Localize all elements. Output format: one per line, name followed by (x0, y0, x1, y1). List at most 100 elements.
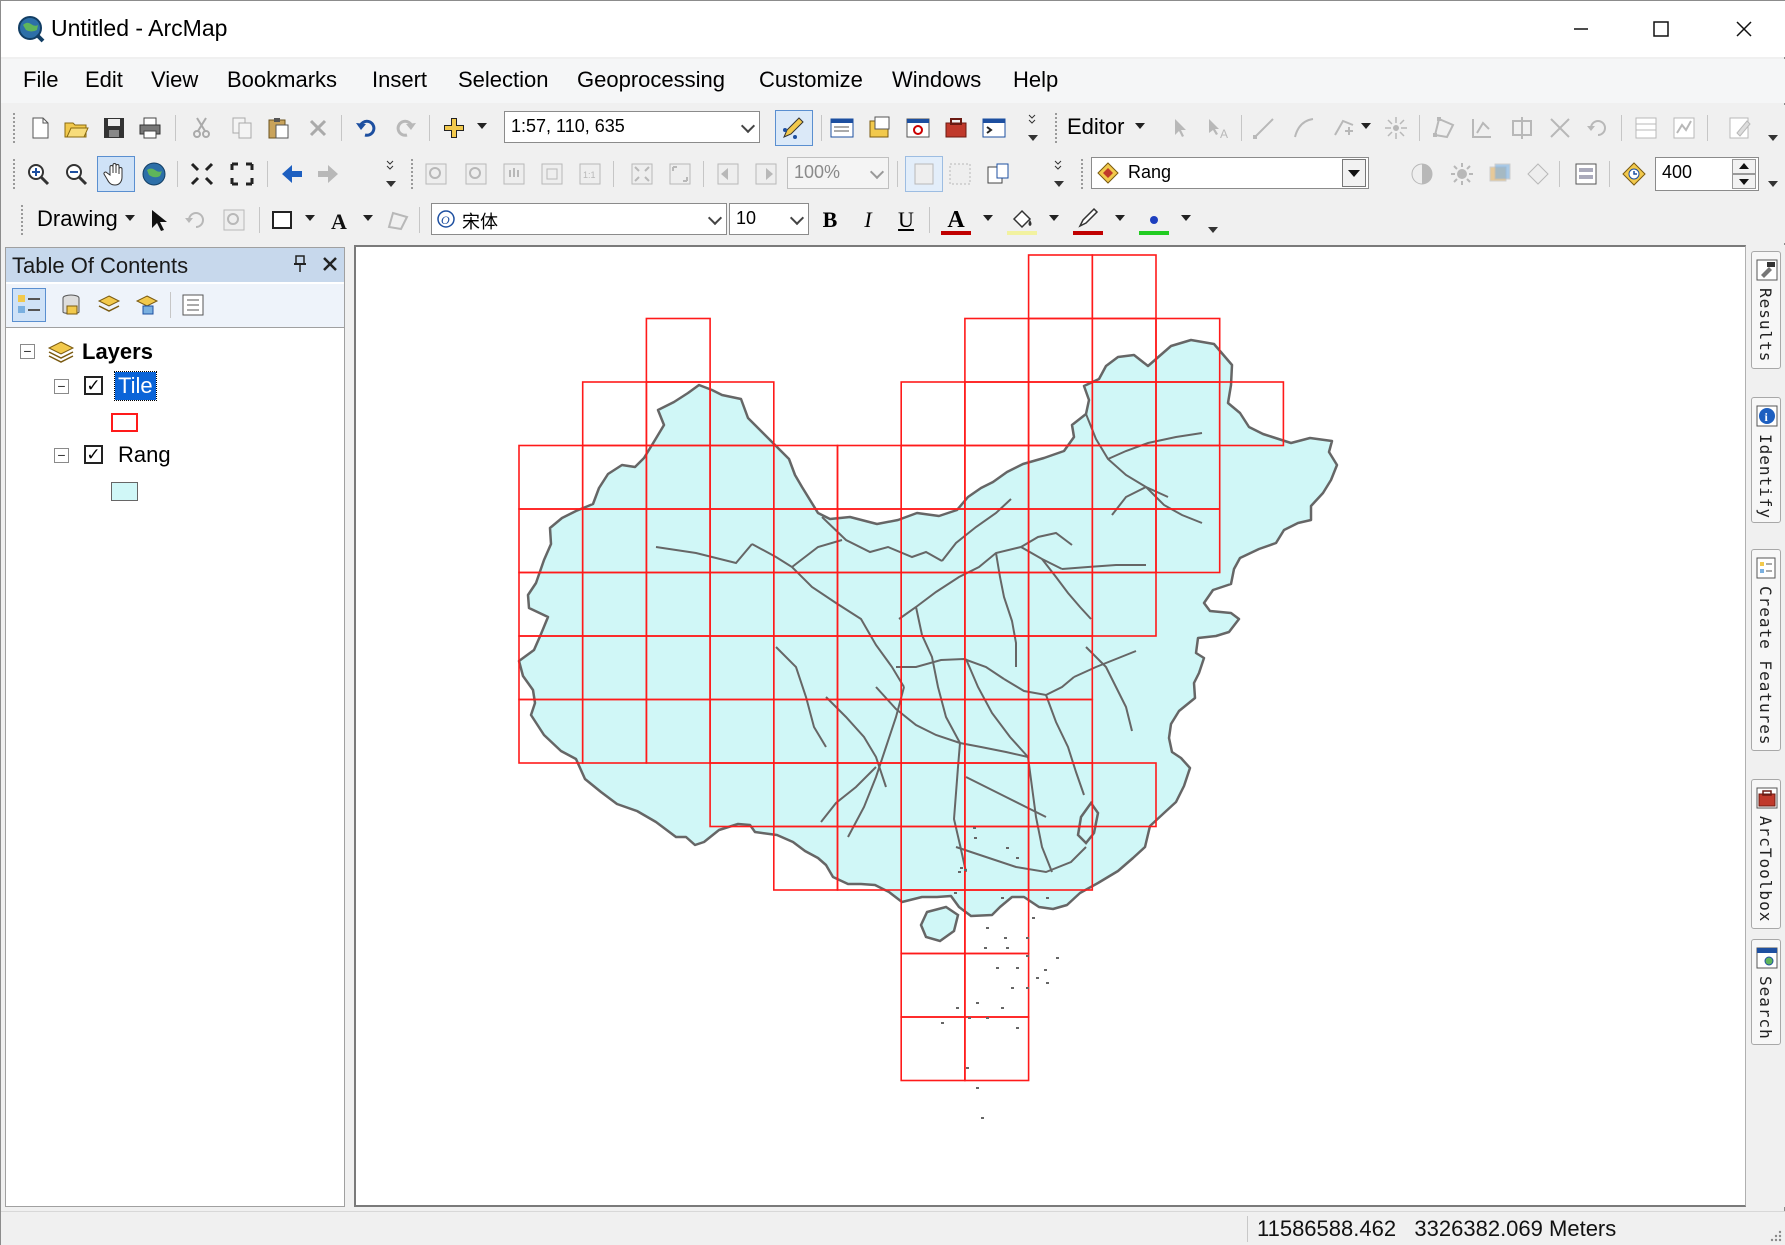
cut-button[interactable] (187, 113, 217, 143)
results-dock-tab[interactable]: Results (1751, 251, 1781, 369)
effects-layer-combo[interactable]: Rang (1091, 157, 1369, 189)
rotate-element-button[interactable] (181, 205, 211, 235)
tile-cell[interactable] (900, 952, 966, 1018)
toolbar-overflow-chevron-icon[interactable] (1767, 111, 1779, 145)
edit-annotation-tool-button[interactable]: A (1203, 113, 1233, 143)
tile-cell[interactable] (964, 952, 1030, 1018)
tile-cell[interactable] (900, 444, 966, 510)
edit-tool-button[interactable] (1165, 113, 1195, 143)
menu-geoprocessing[interactable]: Geoprocessing (577, 67, 725, 93)
text-tool-dropdown-arrow[interactable] (363, 215, 373, 221)
tile-cell[interactable] (964, 1016, 1030, 1082)
layout-zoom-combo[interactable]: 100% (787, 157, 889, 189)
text-tool-button[interactable]: A (325, 205, 355, 235)
undo-button[interactable] (351, 113, 381, 143)
resolution-spinner[interactable]: 400 (1655, 157, 1759, 191)
adjust-brightness-button[interactable] (1447, 159, 1477, 189)
table-of-contents-window-button[interactable] (827, 113, 857, 143)
font-family-combo[interactable]: O 宋体 (431, 203, 727, 235)
toolbar-overflow-chevron-icon[interactable] (385, 157, 397, 191)
zoom-100-percent-button[interactable]: 1:1 (575, 159, 605, 189)
new-document-button[interactable] (25, 113, 55, 143)
trace-tool-button[interactable] (1329, 113, 1359, 143)
marker-color-button[interactable] (1139, 205, 1169, 235)
hainan-island-polygon[interactable] (919, 905, 960, 943)
toolbar-grip[interactable] (1081, 159, 1085, 189)
zoom-whole-page-button[interactable] (537, 159, 567, 189)
sketch-properties-button[interactable] (1669, 113, 1699, 143)
redo-button[interactable] (391, 113, 421, 143)
end-point-arc-button[interactable] (1289, 113, 1319, 143)
rang-collapse-toggle[interactable]: − (54, 448, 69, 463)
list-by-source-button[interactable] (56, 290, 86, 320)
toolbar-grip[interactable] (1055, 113, 1059, 143)
font-size-combo[interactable]: 10 (729, 203, 809, 235)
menu-bookmarks[interactable]: Bookmarks (227, 67, 337, 93)
tile-symbol-swatch[interactable] (111, 413, 138, 432)
toolbar-grip[interactable] (411, 159, 415, 189)
list-by-drawing-order-button[interactable] (12, 288, 46, 322)
open-button[interactable] (61, 113, 91, 143)
editor-toolbar-toggle-button[interactable] (775, 110, 813, 146)
menu-windows[interactable]: Windows (892, 67, 981, 93)
data-frame-label[interactable]: Layers (82, 339, 153, 365)
menu-selection[interactable]: Selection (458, 67, 549, 93)
trace-dropdown-arrow[interactable] (1361, 123, 1371, 129)
toolbar-overflow-chevron-icon[interactable] (1027, 111, 1039, 145)
map-display[interactable] (354, 245, 1746, 1207)
editor-dropdown-arrow[interactable] (1135, 123, 1145, 129)
add-data-button[interactable] (439, 113, 469, 143)
marker-color-dropdown-arrow[interactable] (1181, 215, 1191, 221)
menu-edit[interactable]: Edit (85, 67, 123, 93)
tile-collapse-toggle[interactable]: − (54, 379, 69, 394)
underline-button[interactable]: U (891, 205, 921, 235)
search-dock-tab[interactable]: Search (1751, 939, 1781, 1045)
menu-customize[interactable]: Customize (759, 67, 863, 93)
delete-button[interactable] (303, 113, 333, 143)
tile-cell[interactable] (900, 1016, 966, 1082)
arctoolbox-dock-tab[interactable]: ArcToolbox (1751, 779, 1781, 929)
rotate-tool-button[interactable] (1583, 113, 1613, 143)
layout-zoom-out-button[interactable] (461, 159, 491, 189)
fixed-zoom-out-layout-button[interactable] (665, 159, 695, 189)
close-icon[interactable] (320, 250, 340, 276)
menu-help[interactable]: Help (1013, 67, 1058, 93)
tile-cell[interactable] (1091, 254, 1157, 320)
select-elements-button[interactable] (143, 205, 173, 235)
map-scale-combo[interactable]: 1:57, 110, 635 (504, 111, 760, 143)
drawing-menu-button[interactable]: Drawing (37, 206, 118, 232)
fill-color-dropdown-arrow[interactable] (1049, 215, 1059, 221)
layer-properties-button[interactable] (1571, 159, 1601, 189)
focus-data-frame-button[interactable] (945, 159, 975, 189)
drawing-dropdown-arrow[interactable] (125, 215, 135, 221)
tile-cell[interactable] (581, 381, 648, 447)
paste-button[interactable] (263, 113, 293, 143)
menu-file[interactable]: File (23, 67, 58, 93)
rang-region-polygon[interactable] (517, 338, 1339, 918)
zoom-in-button[interactable] (23, 159, 53, 189)
create-features-dock-tab[interactable]: Create Features (1751, 549, 1781, 751)
toolbar-grip[interactable] (21, 205, 25, 235)
list-by-selection-button[interactable] (132, 290, 162, 320)
full-extent-button[interactable] (139, 159, 169, 189)
time-slider-button[interactable] (1619, 159, 1649, 189)
toggle-draft-mode-button[interactable] (905, 156, 943, 192)
minimize-button[interactable] (1541, 1, 1621, 57)
save-button[interactable] (99, 113, 129, 143)
fixed-zoom-in-layout-button[interactable] (627, 159, 657, 189)
zoom-out-button[interactable] (61, 159, 91, 189)
rang-visibility-checkbox[interactable]: ✓ (84, 445, 103, 464)
toolbar-grip[interactable] (13, 113, 17, 143)
rang-symbol-swatch[interactable] (111, 482, 138, 501)
layer-name-tile[interactable]: Tile (114, 371, 157, 401)
tile-cell[interactable] (964, 381, 1030, 447)
editor-menu-button[interactable]: Editor (1067, 114, 1124, 140)
map-canvas[interactable] (356, 247, 1746, 1207)
fill-color-button[interactable] (1007, 205, 1037, 235)
python-window-button[interactable] (979, 113, 1009, 143)
layers-collapse-toggle[interactable]: − (20, 344, 35, 359)
attributes-button[interactable] (1631, 113, 1661, 143)
create-features-button[interactable] (1725, 113, 1755, 143)
italic-button[interactable]: I (853, 205, 883, 235)
adjust-transparency-button[interactable] (1485, 159, 1515, 189)
